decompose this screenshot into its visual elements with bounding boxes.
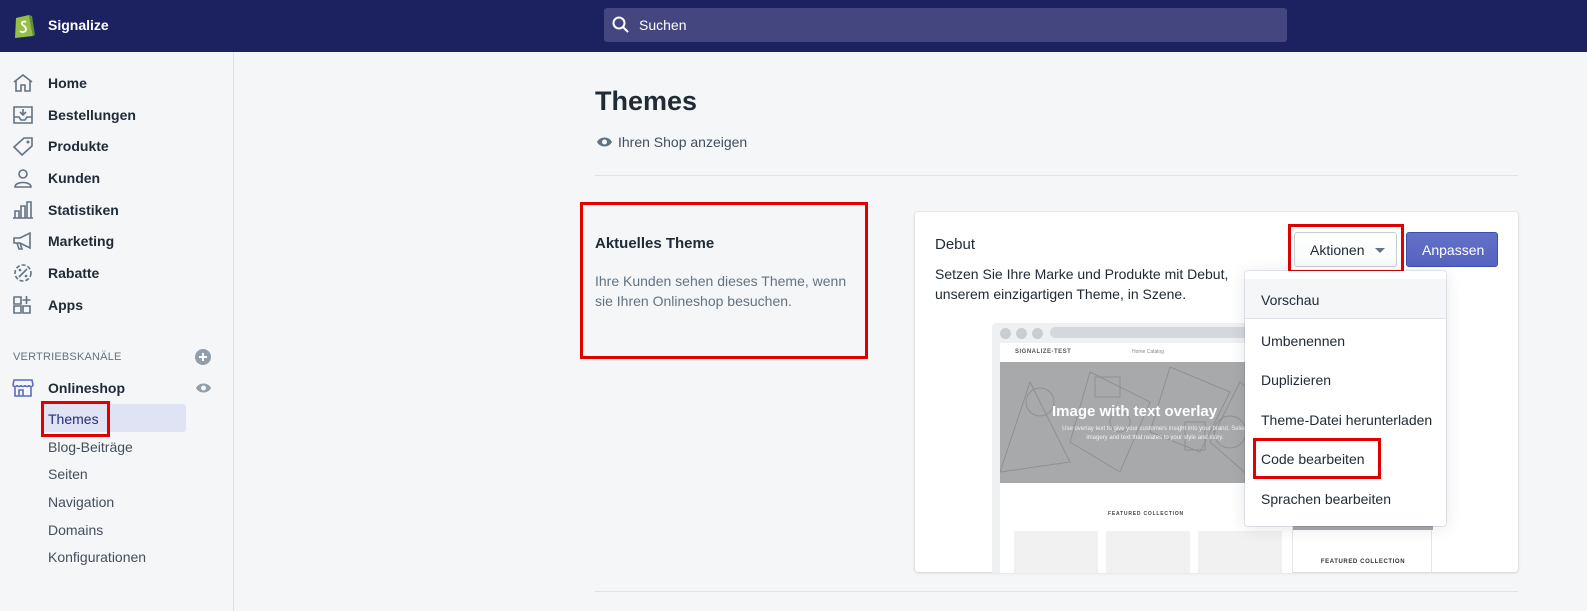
customize-button-label: Anpassen <box>1422 242 1485 258</box>
preview-product-tile <box>1014 531 1098 573</box>
search-icon <box>612 16 629 33</box>
store-name[interactable]: Signalize <box>48 17 109 33</box>
eye-icon <box>597 137 612 147</box>
sidebar-item-home[interactable]: Home <box>0 68 234 98</box>
preview-product-tile <box>1198 531 1282 573</box>
home-icon <box>13 73 33 92</box>
sidebar-item-label: Produkte <box>48 138 109 154</box>
shopify-logo-icon[interactable] <box>12 11 36 39</box>
sidebar-item-label: Statistiken <box>48 202 119 218</box>
theme-description: Setzen Sie Ihre Marke und Produkte mit D… <box>935 266 1229 302</box>
highlight-box <box>41 401 110 437</box>
sidebar-item-label: Bestellungen <box>48 107 136 123</box>
window-dot-icon <box>1000 328 1011 339</box>
sidebar-item-discounts[interactable]: Rabatte <box>0 258 234 288</box>
mobile-featured-label: FEATURED COLLECTION <box>1320 559 1406 565</box>
customize-button[interactable]: Anpassen <box>1406 232 1498 267</box>
theme-name: Debut <box>935 236 976 253</box>
divider <box>595 175 1518 176</box>
mobile-hero-strip <box>1293 526 1433 530</box>
sidebar-item-label: Apps <box>48 297 83 313</box>
sidebar-item-apps[interactable]: Apps <box>0 290 234 320</box>
highlight-box <box>580 202 868 359</box>
menu-item-rename[interactable]: Umbenennen <box>1261 333 1345 349</box>
sidebar-item-label: Rabatte <box>48 265 100 281</box>
view-shop-label: Ihren Shop anzeigen <box>618 134 748 150</box>
preview-brand: SIGNALIZE-TEST <box>1015 349 1072 355</box>
sales-channels-title: VERTRIEBSKANÄLE <box>13 351 122 363</box>
sidebar-subitem-navigation[interactable]: Navigation <box>48 494 114 510</box>
eye-icon[interactable] <box>195 381 212 395</box>
sidebar-item-analytics[interactable]: Statistiken <box>0 195 234 225</box>
highlight-box <box>1253 438 1381 479</box>
discount-icon <box>14 264 32 282</box>
menu-item-duplicate[interactable]: Duplizieren <box>1261 372 1331 388</box>
search-placeholder: Suchen <box>639 17 687 33</box>
sidebar-subitem-blog-posts[interactable]: Blog-Beiträge <box>48 439 133 455</box>
apps-icon <box>13 296 31 314</box>
window-dot-icon <box>1016 328 1027 339</box>
bar-chart-icon <box>13 201 33 219</box>
megaphone-icon <box>13 231 31 250</box>
sidebar-subitem-preferences[interactable]: Konfigurationen <box>48 549 146 565</box>
orders-icon <box>13 106 33 124</box>
sidebar-item-label: Marketing <box>48 233 115 249</box>
sidebar-item-label: Kunden <box>48 170 101 186</box>
preview-nav: Home Catalog <box>1132 349 1164 355</box>
top-bar: Signalize Suchen <box>0 0 1587 52</box>
sidebar-item-label: Onlineshop <box>48 380 125 396</box>
tag-icon <box>12 137 33 156</box>
person-icon <box>14 169 32 188</box>
preview-product-tile <box>1106 531 1190 573</box>
sidebar-subitem-domains[interactable]: Domains <box>48 522 103 538</box>
sidebar-item-label: Home <box>48 75 87 91</box>
divider <box>595 591 1518 592</box>
actions-dropdown-menu: Vorschau Umbenennen Duplizieren Theme-Da… <box>1245 271 1446 526</box>
sidebar-subitem-pages[interactable]: Seiten <box>48 466 88 482</box>
menu-item-download-theme[interactable]: Theme-Datei herunterladen <box>1261 412 1432 428</box>
page-title: Themes <box>595 86 698 116</box>
add-channel-icon[interactable] <box>195 349 211 365</box>
store-icon <box>12 379 34 397</box>
window-dot-icon <box>1032 328 1043 339</box>
sidebar-item-marketing[interactable]: Marketing <box>0 226 234 256</box>
preview-hero-title: Image with text overlay <box>1052 403 1218 420</box>
search-input[interactable]: Suchen <box>604 8 1287 42</box>
highlight-box <box>1288 224 1404 273</box>
menu-item-edit-languages[interactable]: Sprachen bearbeiten <box>1261 491 1391 507</box>
sidebar: Home Bestellungen Produkte Kunden Statis… <box>0 52 234 611</box>
menu-item-preview[interactable]: Vorschau <box>1261 292 1319 308</box>
sidebar-item-customers[interactable]: Kunden <box>0 163 234 193</box>
sidebar-item-products[interactable]: Produkte <box>0 131 234 161</box>
preview-hero-subtitle: Use overlay text to give your customers … <box>1062 426 1248 441</box>
mobile-preview: FEATURED COLLECTION <box>1292 526 1433 572</box>
sidebar-item-orders[interactable]: Bestellungen <box>0 100 234 130</box>
